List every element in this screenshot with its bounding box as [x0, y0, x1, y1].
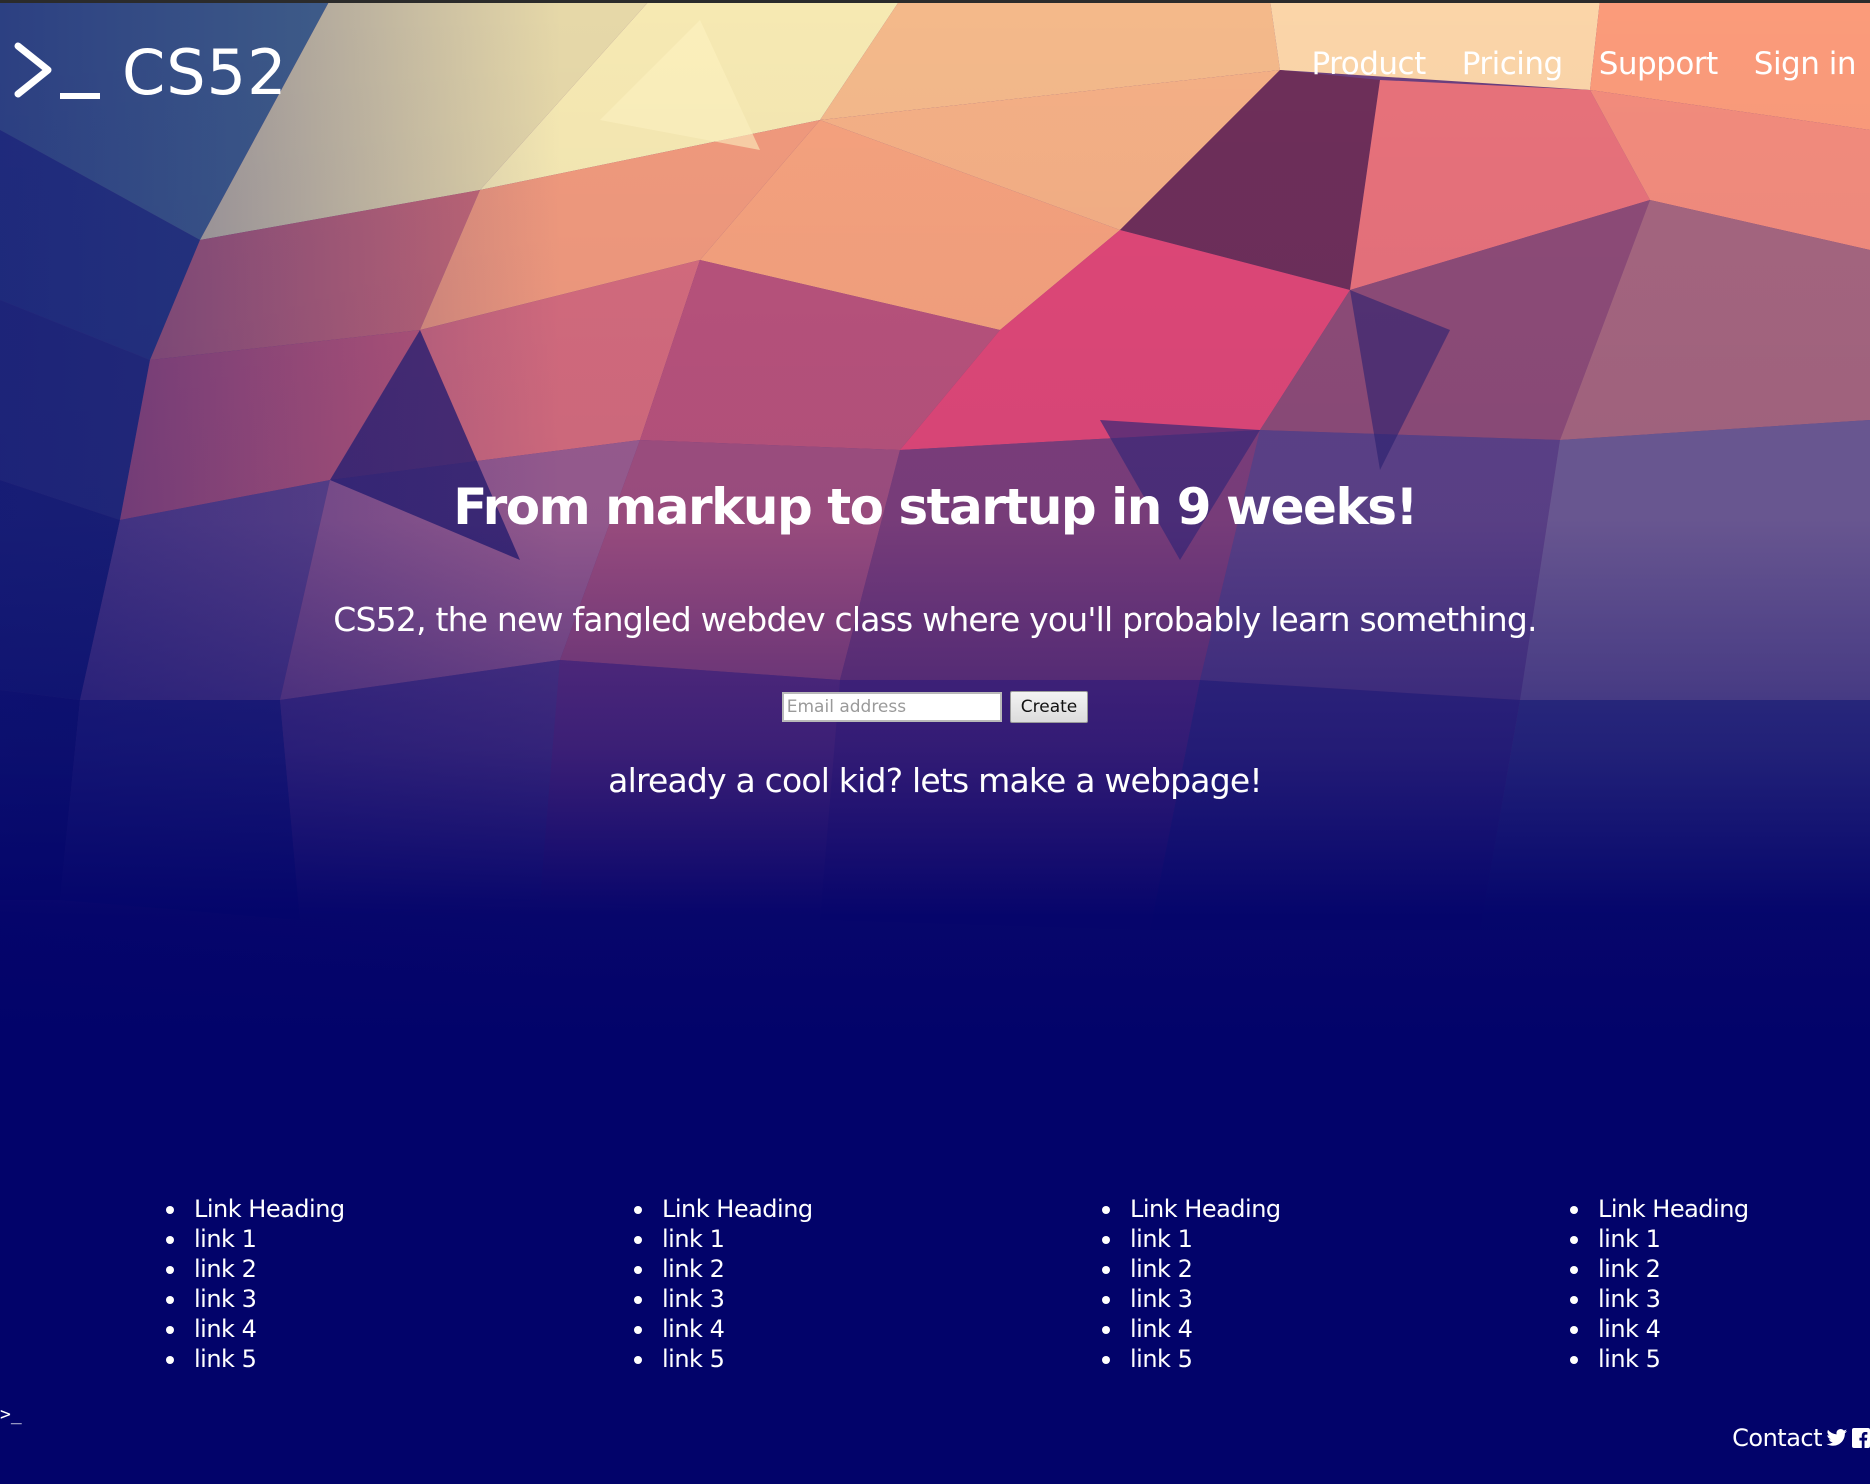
nav-product[interactable]: Product — [1312, 46, 1427, 82]
footer-links: Link Heading link 1 link 2 link 3 link 4… — [0, 1194, 1870, 1384]
footer-link[interactable]: link 5 — [164, 1344, 345, 1374]
page: CS52 Product Pricing Support Sign in Fro… — [0, 0, 1870, 1484]
facebook-icon[interactable] — [1852, 1428, 1870, 1448]
footer-column-1: Link Heading link 1 link 2 link 3 link 4… — [164, 1194, 345, 1374]
footer-column-4: Link Heading link 1 link 2 link 3 link 4… — [1568, 1194, 1749, 1374]
terminal-prompt-icon — [14, 42, 100, 99]
footer-link[interactable]: link 3 — [1100, 1284, 1281, 1314]
footer-link[interactable]: link 2 — [164, 1254, 345, 1284]
footer-link[interactable]: link 2 — [1100, 1254, 1281, 1284]
footer-link[interactable]: link 1 — [164, 1224, 345, 1254]
create-button[interactable]: Create — [1009, 691, 1089, 723]
footer-link[interactable]: link 1 — [1568, 1224, 1749, 1254]
footer-link[interactable]: link 5 — [1100, 1344, 1281, 1374]
footer-prompt-logo: >_ — [0, 1404, 22, 1425]
footer-link[interactable]: link 2 — [632, 1254, 813, 1284]
logo-text: CS52 — [122, 35, 288, 109]
footer-column-3: Link Heading link 1 link 2 link 3 link 4… — [1100, 1194, 1281, 1374]
column-heading: Link Heading — [1100, 1194, 1281, 1224]
twitter-icon[interactable] — [1826, 1428, 1848, 1448]
footer-link[interactable]: link 5 — [632, 1344, 813, 1374]
footer-link[interactable]: link 1 — [1100, 1224, 1281, 1254]
footer-link[interactable]: link 4 — [164, 1314, 345, 1344]
cool-kid-link[interactable]: already a cool kid? lets make a webpage! — [0, 761, 1870, 800]
footer-link[interactable]: link 3 — [632, 1284, 813, 1314]
column-heading: Link Heading — [1568, 1194, 1749, 1224]
footer-link[interactable]: link 1 — [632, 1224, 813, 1254]
footer-link[interactable]: link 5 — [1568, 1344, 1749, 1374]
hero-content: From markup to startup in 9 weeks! CS52,… — [0, 478, 1870, 800]
footer-link[interactable]: link 2 — [1568, 1254, 1749, 1284]
footer-link[interactable]: link 3 — [164, 1284, 345, 1314]
contact-link[interactable]: Contact — [1732, 1424, 1822, 1452]
nav-pricing[interactable]: Pricing — [1462, 46, 1564, 82]
nav-sign-in[interactable]: Sign in — [1754, 46, 1857, 82]
subheading: CS52, the new fangled webdev class where… — [333, 600, 1537, 639]
column-heading: Link Heading — [632, 1194, 813, 1224]
footer-link[interactable]: link 4 — [1568, 1314, 1749, 1344]
page-title: From markup to startup in 9 weeks! — [453, 478, 1418, 536]
footer-link[interactable]: link 4 — [1100, 1314, 1281, 1344]
footer-link[interactable]: link 4 — [632, 1314, 813, 1344]
nav-support[interactable]: Support — [1599, 46, 1719, 82]
logo[interactable]: CS52 — [12, 35, 288, 109]
column-heading: Link Heading — [164, 1194, 345, 1224]
footer-column-2: Link Heading link 1 link 2 link 3 link 4… — [632, 1194, 813, 1374]
email-field[interactable] — [781, 692, 1002, 722]
top-nav: Product Pricing Support Sign in — [1312, 46, 1857, 82]
signup-form: Create — [0, 691, 1870, 723]
contact-area: Contact — [1732, 1424, 1870, 1452]
footer-link[interactable]: link 3 — [1568, 1284, 1749, 1314]
top-border — [0, 0, 1870, 3]
